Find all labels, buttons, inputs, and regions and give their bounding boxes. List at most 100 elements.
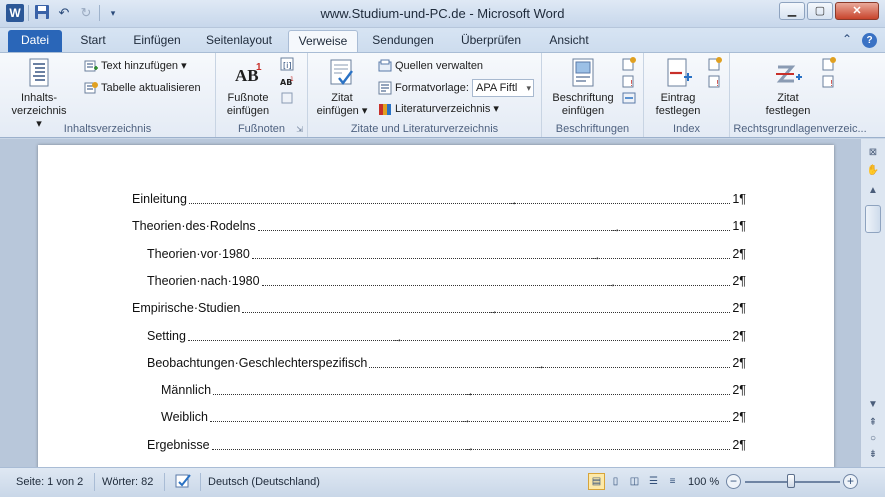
tab-sendungen[interactable]: Sendungen xyxy=(364,30,442,52)
toc-entry[interactable]: Theorien·des·Rodelns → 1¶ xyxy=(132,218,746,235)
eintrag-festlegen-label-1: Eintrag xyxy=(660,92,696,104)
toc-entry-page: 2¶ xyxy=(732,328,746,343)
tab-arrow-icon: → xyxy=(463,441,475,454)
quellen-verwalten-button[interactable]: Quellen verwalten xyxy=(378,58,483,74)
update-table-icon[interactable]: ! xyxy=(622,74,636,88)
group-index: Eintrag festlegen ! Index xyxy=(644,53,730,137)
toc-entry-text: Theorien·vor·1980 xyxy=(147,246,250,261)
group-label-inhaltsverzeichnis: Inhaltsverzeichnis xyxy=(63,123,152,135)
previous-page-icon[interactable]: ⇞ xyxy=(865,415,881,431)
scrollbar-thumb[interactable] xyxy=(865,205,881,233)
text-hinzufuegen-button[interactable]: Text hinzufügen ▾ xyxy=(84,58,187,74)
tab-start[interactable]: Start xyxy=(68,30,118,52)
zoom-level[interactable]: 100 % xyxy=(688,476,719,488)
scroll-down-icon[interactable]: ▼ xyxy=(865,397,881,413)
browse-object-icon[interactable]: ○ xyxy=(865,431,881,447)
zoom-out-button[interactable]: − xyxy=(726,474,741,489)
toc-entry-text: Weiblich xyxy=(161,410,209,425)
tab-ansicht[interactable]: Ansicht xyxy=(540,30,598,52)
zoom-slider-thumb[interactable] xyxy=(787,474,795,488)
toc-leader: → xyxy=(261,278,731,290)
mark-entry-icon xyxy=(662,57,694,89)
quellen-verwalten-label: Quellen verwalten xyxy=(395,60,484,72)
help-icon[interactable]: ? xyxy=(862,33,877,48)
page-count[interactable]: Seite: 1 von 2 xyxy=(16,476,83,488)
insert-table-of-figures-icon[interactable] xyxy=(622,57,636,71)
word-count[interactable]: Wörter: 82 xyxy=(102,476,153,488)
title-bar: W ↶ ↻ ▾ www.Studium-und-PC.de - Microsof… xyxy=(0,0,885,28)
close-icon[interactable]: ✕ xyxy=(835,2,879,20)
next-page-icon[interactable]: ⇟ xyxy=(865,447,881,463)
cross-reference-icon[interactable] xyxy=(622,91,636,105)
web-layout-icon[interactable]: ◫ xyxy=(626,473,643,490)
svg-text:1: 1 xyxy=(256,62,262,73)
fussnote-einfuegen-button[interactable]: AB 1 Fußnote einfügen xyxy=(220,57,276,118)
insert-authorities-icon[interactable] xyxy=(822,57,836,71)
insert-citation-icon xyxy=(326,57,358,89)
maximize-icon[interactable]: ▢ xyxy=(807,2,833,20)
inhaltsverzeichnis-button[interactable]: Inhalts- verzeichnis ▾ xyxy=(8,57,70,131)
update-index-icon[interactable]: ! xyxy=(708,74,722,88)
document-page[interactable]: Einleitung → 1¶ Theorien·des·Rodelns → 1¶ Theo… xyxy=(38,145,834,467)
ruler-toggle-icon[interactable]: ⊠ xyxy=(865,145,881,161)
tab-arrow-icon: → xyxy=(460,414,472,427)
toc-entry[interactable]: Beobachtungen·Geschlechterspezifisch → 2¶ xyxy=(147,355,746,372)
print-layout-view-icon[interactable]: ▤ xyxy=(588,473,605,490)
toc-entry-page: 2¶ xyxy=(732,383,746,398)
toc-entry-text: Empirische·Studien xyxy=(132,301,241,316)
zoom-in-button[interactable]: + xyxy=(843,474,858,489)
manage-sources-icon xyxy=(378,59,392,73)
literaturverzeichnis-button[interactable]: Literaturverzeichnis ▾ xyxy=(378,101,499,117)
tab-seitenlayout[interactable]: Seitenlayout xyxy=(196,30,282,52)
hand-icon[interactable]: ✋ xyxy=(865,163,881,179)
zitat-festlegen-label-2: festlegen xyxy=(765,105,811,117)
next-footnote-icon[interactable]: AB 1 xyxy=(280,74,294,88)
document-area[interactable]: Einleitung → 1¶ Theorien·des·Rodelns → 1¶ Theo… xyxy=(0,139,860,467)
scroll-up-icon[interactable]: ▲ xyxy=(865,183,881,199)
zitat-einfuegen-button[interactable]: Zitat einfügen ▾ xyxy=(312,57,372,118)
minimize-icon[interactable]: ▁ xyxy=(779,2,805,20)
status-separator xyxy=(94,473,95,491)
zitat-einfuegen-label-1: Zitat xyxy=(331,92,353,104)
vertical-scrollbar[interactable]: ⊠ ✋ ▲ ▼ ⇞ ○ ⇟ xyxy=(860,139,885,467)
tab-ueberpruefen[interactable]: Überprüfen xyxy=(452,30,530,52)
svg-text:!: ! xyxy=(830,79,833,88)
add-text-icon xyxy=(84,59,98,73)
group-label-rechtsgrundlagen: Rechtsgrundlagenverzeic... xyxy=(733,123,867,135)
eintrag-festlegen-label-2: festlegen xyxy=(655,105,701,117)
tab-arrow-icon: → xyxy=(391,332,403,345)
proofing-icon[interactable] xyxy=(174,472,194,493)
show-notes-icon[interactable] xyxy=(280,91,294,105)
toc-entry[interactable]: Theorien·nach·1980 → 2¶ xyxy=(147,273,746,290)
tab-datei[interactable]: Datei xyxy=(8,30,62,52)
tab-arrow-icon: → xyxy=(506,196,518,208)
toc-entry[interactable]: Theorien·vor·1980 → 2¶ xyxy=(147,246,746,263)
tab-verweise[interactable]: Verweise xyxy=(288,30,358,52)
insert-endnote-icon[interactable]: [i] xyxy=(280,57,294,71)
toc-entry[interactable]: Empirische·Studien → 2¶ xyxy=(132,300,746,317)
language[interactable]: Deutsch (Deutschland) xyxy=(208,476,320,488)
ribbon-tabs: Datei Start Einfügen Seitenlayout Verwei… xyxy=(0,28,885,52)
beschriftung-einfuegen-button[interactable]: Beschriftung einfügen xyxy=(546,57,620,118)
draft-view-icon[interactable]: ≡ xyxy=(664,473,681,490)
tabelle-aktualisieren-button[interactable]: Tabelle aktualisieren xyxy=(84,80,201,96)
inhaltsverzeichnis-label-1: Inhalts- xyxy=(20,92,58,104)
toc-entry[interactable]: Weiblich → 2¶ xyxy=(161,409,746,427)
eintrag-festlegen-button[interactable]: Eintrag festlegen xyxy=(648,57,708,118)
toc-leader: → xyxy=(188,196,731,208)
window-title: www.Studium-und-PC.de - Microsoft Word xyxy=(320,6,565,21)
toc-entry[interactable]: Männlich → 2¶ xyxy=(161,382,746,399)
toc-entry[interactable]: Ergebnisse → 2¶ xyxy=(147,437,746,454)
tab-einfuegen[interactable]: Einfügen xyxy=(124,30,190,52)
status-separator xyxy=(200,473,201,491)
toc-leader: → xyxy=(242,305,731,317)
formatvorlage-select[interactable]: APA Fiftl xyxy=(471,79,534,97)
collapse-ribbon-icon[interactable]: ⌃ xyxy=(842,32,852,46)
update-authorities-icon[interactable]: ! xyxy=(822,74,836,88)
toc-entry[interactable]: Setting → 2¶ xyxy=(147,328,746,345)
zitat-festlegen-button[interactable]: Zitat festlegen xyxy=(758,57,818,118)
outline-view-icon[interactable]: ☰ xyxy=(645,473,662,490)
insert-index-icon[interactable] xyxy=(708,57,722,71)
full-screen-reading-icon[interactable]: ▯ xyxy=(607,473,624,490)
toc-entry[interactable]: Einleitung → 1¶ xyxy=(132,191,746,208)
